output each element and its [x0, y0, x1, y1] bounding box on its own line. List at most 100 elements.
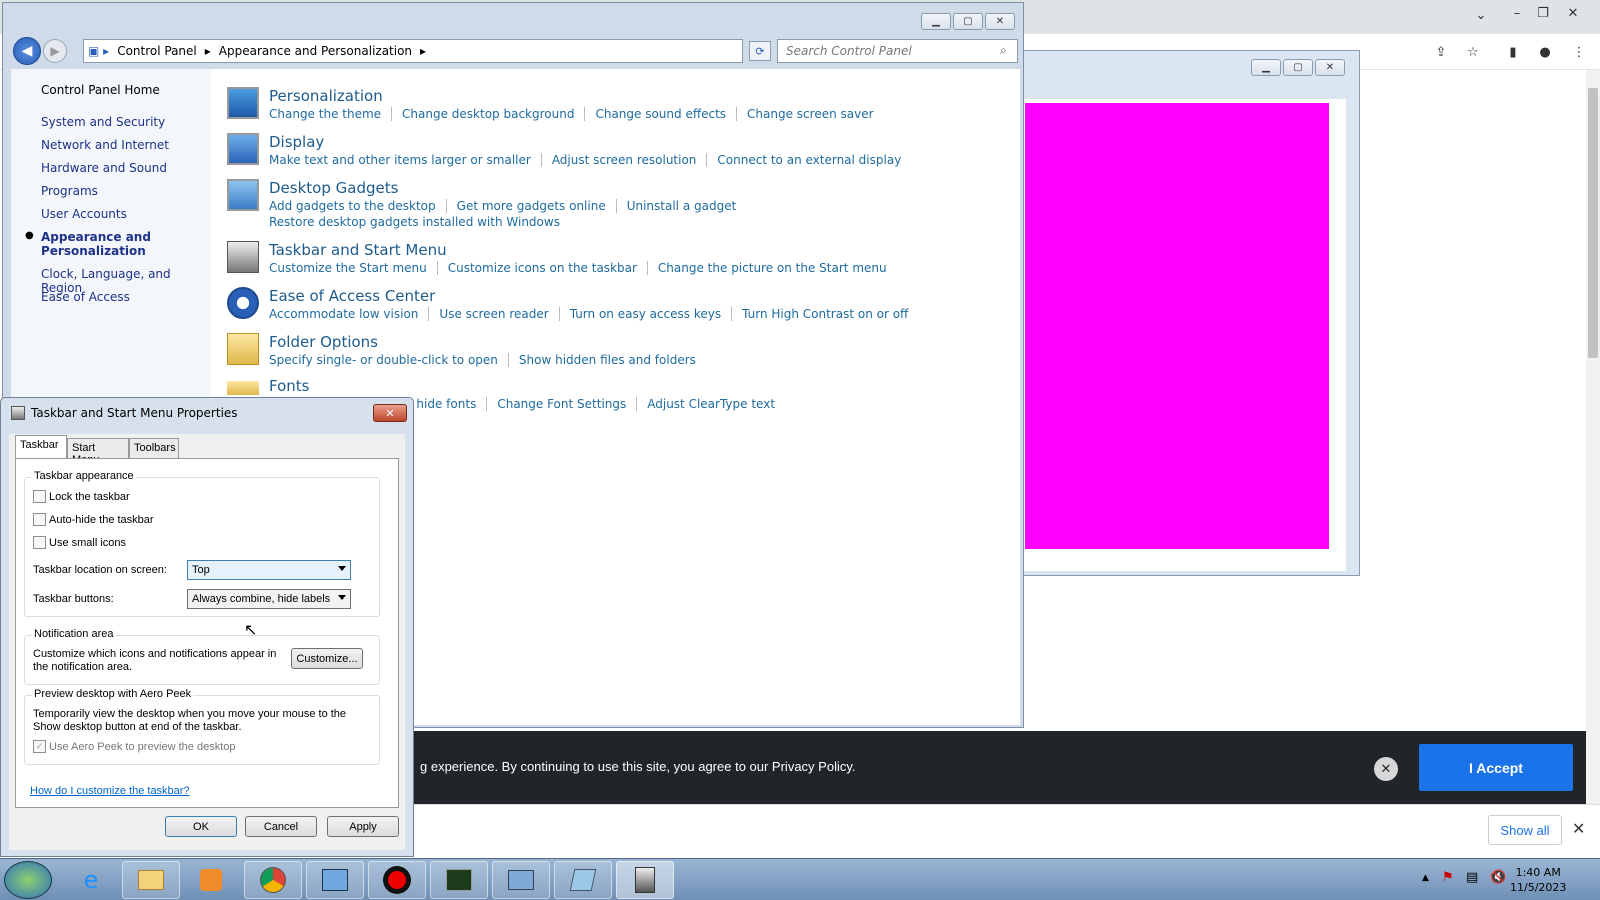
nav-system[interactable]: System and Security	[41, 115, 165, 129]
volume-muted-icon[interactable]: 🔇	[1490, 870, 1506, 885]
category-title[interactable]: Taskbar and Start Menu	[269, 241, 907, 259]
start-button[interactable]	[4, 861, 52, 899]
link[interactable]: Change sound effects	[595, 107, 738, 121]
checkbox-box[interactable]: ✓	[33, 740, 46, 753]
link[interactable]: Get more gadgets online	[457, 199, 617, 213]
minimize-button[interactable]: ▁	[921, 13, 951, 30]
link[interactable]: Uninstall a gadget	[627, 199, 747, 213]
show-all-button[interactable]: Show all	[1488, 815, 1562, 845]
close-button[interactable]: ✕	[373, 404, 407, 422]
link[interactable]: Change the picture on the Start menu	[658, 261, 897, 275]
tab-taskbar[interactable]: Taskbar	[15, 435, 67, 459]
share-icon[interactable]: ⇪	[1428, 41, 1454, 63]
link[interactable]: Add gadgets to the desktop	[269, 199, 447, 213]
category-title[interactable]: Fonts	[269, 377, 795, 395]
checkbox-box[interactable]	[33, 536, 46, 549]
category-title[interactable]: Ease of Access Center	[269, 287, 928, 305]
link[interactable]: Restore desktop gadgets installed with W…	[269, 215, 570, 229]
aero-peek-checkbox[interactable]: ✓ Use Aero Peek to preview the desktop	[33, 740, 236, 753]
apply-button[interactable]: Apply	[327, 816, 399, 837]
forward-button[interactable]: ▶	[43, 39, 67, 63]
tab-toolbars[interactable]: Toolbars	[129, 438, 179, 458]
link[interactable]: d hide fonts	[405, 397, 488, 411]
close-button[interactable]: ✕	[985, 13, 1015, 30]
network-icon[interactable]: ▤	[1466, 870, 1478, 885]
task-manager-icon[interactable]	[430, 861, 488, 899]
ok-button[interactable]: OK	[165, 816, 237, 837]
refresh-button[interactable]: ⟳	[749, 41, 771, 61]
help-link[interactable]: How do I customize the taskbar?	[30, 785, 190, 797]
record-icon[interactable]	[368, 861, 426, 899]
ie-icon[interactable]: e	[62, 861, 120, 899]
link[interactable]: Use screen reader	[439, 307, 560, 321]
chevron-down-icon[interactable]: ⌄	[1468, 4, 1494, 26]
maximize-button[interactable]: ▢	[1283, 59, 1313, 76]
lock-checkbox[interactable]: Lock the taskbar	[33, 490, 130, 503]
notepad-icon[interactable]	[554, 861, 612, 899]
magenta-canvas[interactable]	[1025, 103, 1329, 549]
remote-desktop-icon[interactable]	[492, 861, 550, 899]
customize-button[interactable]: Customize...	[291, 648, 363, 669]
chrome-icon[interactable]	[244, 861, 302, 899]
menu-icon[interactable]: ⋮	[1566, 41, 1592, 63]
autohide-checkbox[interactable]: Auto-hide the taskbar	[33, 513, 154, 526]
category-title[interactable]: Folder Options	[269, 333, 716, 351]
buttons-select[interactable]: Always combine, hide labels	[187, 589, 351, 609]
nav-programs[interactable]: Programs	[41, 184, 98, 198]
breadcrumb-control-panel[interactable]: Control Panel	[117, 44, 197, 58]
nav-ease[interactable]: Ease of Access	[41, 290, 130, 304]
link[interactable]: Turn on easy access keys	[570, 307, 733, 321]
browser-scrollbar[interactable]	[1586, 70, 1600, 804]
small-icons-checkbox[interactable]: Use small icons	[33, 536, 126, 549]
media-player-icon[interactable]	[182, 861, 240, 899]
maximize-button[interactable]: ▢	[953, 13, 983, 30]
search-input[interactable]: Search Control Panel	[777, 39, 1018, 63]
cookie-close-button[interactable]: ✕	[1374, 757, 1398, 781]
tab-start-menu[interactable]: Start Menu	[67, 438, 129, 466]
category-title[interactable]: Desktop Gadgets	[269, 179, 756, 197]
link[interactable]: Make text and other items larger or smal…	[269, 153, 542, 167]
link[interactable]: Turn High Contrast on or off	[742, 307, 918, 321]
link[interactable]: Connect to an external display	[717, 153, 911, 167]
profile-icon[interactable]: ●	[1532, 41, 1558, 63]
accept-button[interactable]: I Accept	[1419, 744, 1573, 791]
back-button[interactable]: ◀	[13, 37, 41, 65]
nav-hardware[interactable]: Hardware and Sound	[41, 161, 167, 175]
close-button[interactable]: ✕	[1315, 59, 1345, 76]
minimize-button[interactable]: ▁	[1251, 59, 1281, 76]
link[interactable]: Specify single- or double-click to open	[269, 353, 509, 367]
link[interactable]: Change Font Settings	[497, 397, 638, 411]
restore-icon[interactable]: ❐	[1530, 2, 1556, 24]
location-select[interactable]: Top	[187, 560, 351, 580]
link[interactable]: Adjust screen resolution	[552, 153, 708, 167]
search-icon[interactable]: ⌕	[1000, 43, 1007, 58]
taskbar-properties-icon[interactable]	[616, 861, 674, 899]
category-title[interactable]: Display	[269, 133, 921, 151]
close-icon[interactable]: ✕	[1560, 2, 1586, 24]
breadcrumb-appearance[interactable]: Appearance and Personalization	[219, 44, 412, 58]
link[interactable]: Adjust ClearType text	[647, 397, 785, 411]
explorer-icon[interactable]	[122, 861, 180, 899]
link[interactable]: Customize icons on the taskbar	[448, 261, 648, 275]
link[interactable]: Accommodate low vision	[269, 307, 430, 321]
checkbox-box[interactable]	[33, 513, 46, 526]
control-panel-taskbar-icon[interactable]	[306, 861, 364, 899]
link[interactable]: Change screen saver	[747, 107, 884, 121]
link[interactable]: Show hidden files and folders	[519, 353, 706, 367]
scrollbar-thumb[interactable]	[1588, 88, 1598, 358]
close-icon[interactable]: ✕	[1572, 819, 1585, 838]
minimize-icon[interactable]: –	[1504, 2, 1530, 24]
link[interactable]: Change the theme	[269, 107, 393, 121]
category-title[interactable]: Personalization	[269, 87, 894, 105]
link[interactable]: Change desktop background	[402, 107, 586, 121]
nav-network[interactable]: Network and Internet	[41, 138, 169, 152]
sidepanel-icon[interactable]: ▮	[1500, 41, 1526, 63]
nav-home[interactable]: Control Panel Home	[41, 83, 160, 97]
link[interactable]: Customize the Start menu	[269, 261, 438, 275]
address-bar[interactable]: ▣ ▸ Control Panel ▸ Appearance and Perso…	[83, 39, 743, 63]
chevron-up-icon[interactable]: ▲	[1422, 873, 1429, 883]
checkbox-box[interactable]	[33, 490, 46, 503]
clock[interactable]: 1:40 AM 11/5/2023	[1510, 865, 1566, 895]
cancel-button[interactable]: Cancel	[245, 816, 317, 837]
nav-appearance[interactable]: Appearance and Personalization	[41, 230, 161, 258]
